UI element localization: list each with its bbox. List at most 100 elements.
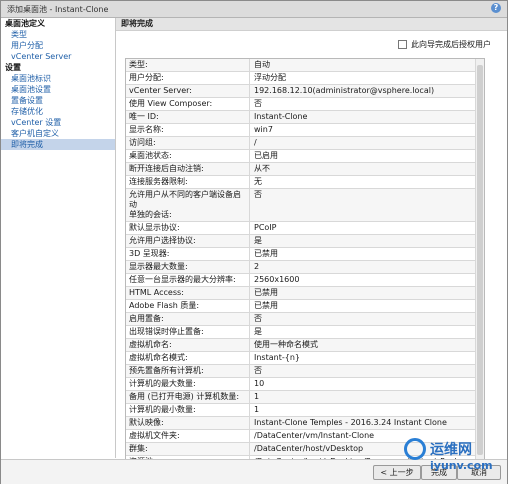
step-vcenter-settings[interactable]: vCenter 设置 — [1, 117, 115, 128]
setting-value: 是 — [254, 236, 262, 245]
table-row: 允许用户选择协议: 是 — [126, 235, 484, 248]
setting-value: 否 — [254, 190, 262, 199]
setting-label: 3D 呈现器: — [126, 248, 250, 260]
table-row: 计算机的最小数量: 1 — [126, 404, 484, 417]
wizard-steps-sidebar: 桌面池定义 类型 用户分配 vCenter Server 设置 桌面池标识 桌面… — [1, 18, 116, 458]
setting-label: 访问组: — [126, 137, 250, 149]
setting-label: 默认显示协议: — [126, 222, 250, 234]
setting-label: 虚拟机文件夹: — [126, 430, 250, 442]
step-ready-to-complete[interactable]: 即将完成 — [1, 139, 115, 150]
table-row: 断开连接后自动注销: 从不 — [126, 163, 484, 176]
table-row: 用户分配: 浮动分配 — [126, 72, 484, 85]
setting-value: 2 — [254, 262, 260, 271]
main-panel: 即将完成 此向导完成后授权用户 类型: 自动 用户分配: 浮动分配 vCenter Se… — [116, 18, 507, 467]
setting-value: Instant-{n} — [254, 353, 300, 362]
setting-label: 桌面池状态: — [126, 150, 250, 162]
setting-label: 预先置备所有计算机: — [126, 365, 250, 377]
add-pool-wizard-window: 添加桌面池 - Instant-Clone ? 桌面池定义 类型 用户分配 vC… — [0, 0, 508, 484]
setting-label: 虚拟机命名模式: — [126, 352, 250, 364]
summary-scrollbar[interactable] — [475, 59, 484, 466]
watermark: 运维网 iyunv.com — [404, 436, 504, 480]
table-row: 类型: 自动 — [126, 59, 484, 72]
watermark-text: 运维网 — [430, 442, 472, 458]
setting-label: 默认映像: — [126, 417, 250, 429]
setting-value: 无 — [254, 177, 262, 186]
setting-value: 使用一种命名模式 — [254, 340, 318, 349]
watermark-logo-icon — [404, 438, 426, 460]
entitle-users-label: 此向导完成后授权用户 — [411, 40, 491, 49]
window-title: 添加桌面池 - Instant-Clone — [7, 5, 109, 14]
title-bar: 添加桌面池 - Instant-Clone ? — [1, 1, 507, 18]
page-title: 即将完成 — [116, 18, 507, 31]
setting-label: 类型: — [126, 59, 250, 71]
setting-label: 备用 (已打开电源) 计算机数量: — [126, 391, 250, 403]
table-row: 3D 呈现器: 已禁用 — [126, 248, 484, 261]
step-type[interactable]: 类型 — [1, 29, 115, 40]
step-provisioning[interactable]: 置备设置 — [1, 95, 115, 106]
table-row: 使用 View Composer: 否 — [126, 98, 484, 111]
setting-label: 任意一台显示器的最大分辨率: — [126, 274, 250, 286]
table-row: 出现错误时停止置备: 是 — [126, 326, 484, 339]
setting-value: 1 — [254, 392, 260, 401]
help-icon[interactable]: ? — [491, 3, 501, 13]
table-row: 预先置备所有计算机: 否 — [126, 365, 484, 378]
table-row: HTML Access: 已禁用 — [126, 287, 484, 300]
setting-label: 计算机的最大数量: — [126, 378, 250, 390]
setting-label: 用户分配: — [126, 72, 250, 84]
setting-value: 是 — [254, 327, 262, 336]
step-guest-customization[interactable]: 客户机自定义 — [1, 128, 115, 139]
entitle-users-option[interactable]: 此向导完成后授权用户 — [398, 39, 491, 50]
table-row: 显示名称: win7 — [126, 124, 484, 137]
table-row: 访问组: / — [126, 137, 484, 150]
setting-value: 否 — [254, 99, 262, 108]
setting-value: 从不 — [254, 164, 270, 173]
setting-value: win7 — [254, 125, 273, 134]
table-row: 连接服务器限制: 无 — [126, 176, 484, 189]
setting-value: 已禁用 — [254, 301, 278, 310]
setting-value: 10 — [254, 379, 265, 388]
setting-label: 允许用户从不同的客户端设备启动 单独的会话: — [126, 189, 250, 221]
setting-label: Adobe Flash 质量: — [126, 300, 250, 312]
table-row: 计算机的最大数量: 10 — [126, 378, 484, 391]
step-user-assignment[interactable]: 用户分配 — [1, 40, 115, 51]
setting-value: 浮动分配 — [254, 73, 286, 82]
setting-label: 虚拟机命名: — [126, 339, 250, 351]
step-vcenter-server[interactable]: vCenter Server — [1, 51, 115, 62]
setting-label: 群集: — [126, 443, 250, 455]
setting-value: 已禁用 — [254, 288, 278, 297]
scrollbar-thumb[interactable] — [477, 65, 483, 455]
watermark-url: iyunv.com — [430, 459, 493, 472]
table-row: 唯一 ID: Instant-Clone — [126, 111, 484, 124]
setting-value: 2560x1600 — [254, 275, 300, 284]
table-row: 允许用户从不同的客户端设备启动 单独的会话: 否 — [126, 189, 484, 222]
table-row: 启用置备: 否 — [126, 313, 484, 326]
setting-value: Instant-Clone — [254, 112, 308, 121]
setting-value: 已禁用 — [254, 249, 278, 258]
setting-value: 1 — [254, 405, 260, 414]
table-row: 显示器最大数量: 2 — [126, 261, 484, 274]
table-row: 任意一台显示器的最大分辨率: 2560x1600 — [126, 274, 484, 287]
setting-label: 连接服务器限制: — [126, 176, 250, 188]
step-pool-settings[interactable]: 桌面池设置 — [1, 84, 115, 95]
step-storage-optimization[interactable]: 存储优化 — [1, 106, 115, 117]
setting-label: 显示名称: — [126, 124, 250, 136]
setting-value: 否 — [254, 366, 262, 375]
table-row: 备用 (已打开电源) 计算机数量: 1 — [126, 391, 484, 404]
table-row: 虚拟机命名: 使用一种命名模式 — [126, 339, 484, 352]
setting-value: Instant-Clone Temples - 2016.3.24 Instan… — [254, 418, 447, 427]
table-row: 默认显示协议: PCoIP — [126, 222, 484, 235]
section-pool-definition: 桌面池定义 — [5, 19, 45, 28]
setting-value: 192.168.12.10(administrator@vsphere.loca… — [254, 86, 435, 95]
table-row: Adobe Flash 质量: 已禁用 — [126, 300, 484, 313]
step-pool-id[interactable]: 桌面池标识 — [1, 73, 115, 84]
setting-label: 使用 View Composer: — [126, 98, 250, 110]
setting-label: 断开连接后自动注销: — [126, 163, 250, 175]
entitle-users-checkbox[interactable] — [398, 40, 407, 49]
section-settings: 设置 — [5, 63, 21, 72]
setting-label: 显示器最大数量: — [126, 261, 250, 273]
table-row: vCenter Server: 192.168.12.10(administrat… — [126, 85, 484, 98]
setting-value: / — [254, 138, 257, 147]
setting-label: 允许用户选择协议: — [126, 235, 250, 247]
setting-value: 否 — [254, 314, 262, 323]
setting-label: 唯一 ID: — [126, 111, 250, 123]
